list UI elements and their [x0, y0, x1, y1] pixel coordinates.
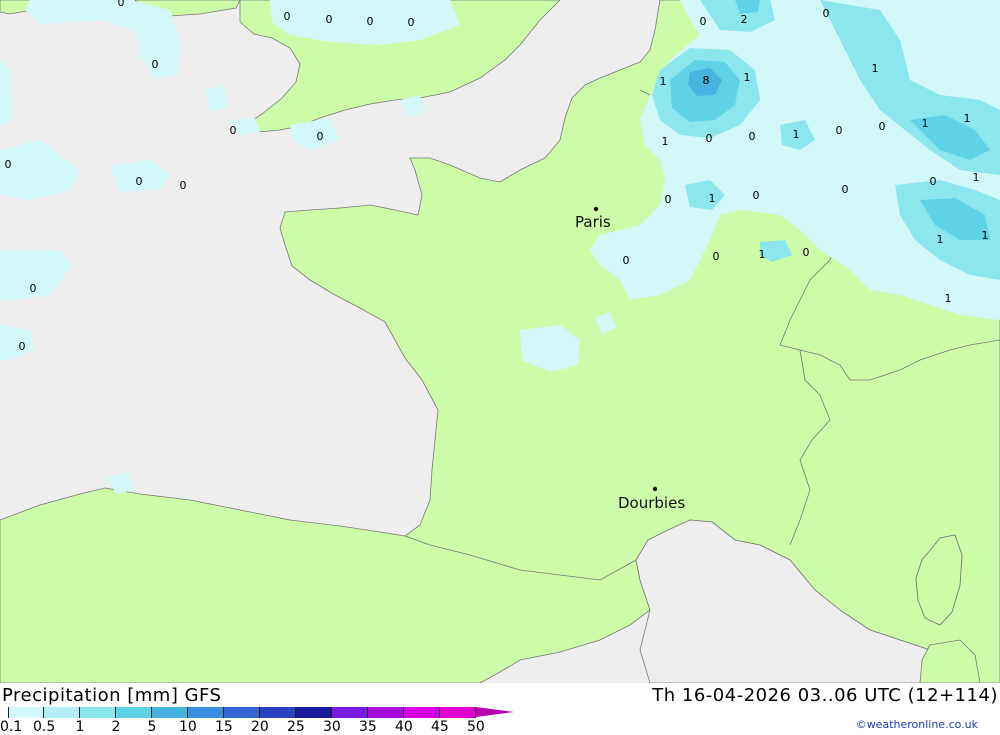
value-label: 0: [136, 175, 143, 188]
legend-swatch: [368, 707, 404, 718]
value-label: 1: [945, 292, 952, 305]
value-label: 1: [660, 75, 667, 88]
valid-time: Th 16-04-2026 03..06 UTC (12+114): [652, 685, 998, 706]
value-label: 0: [879, 120, 886, 133]
value-label: 0: [930, 175, 937, 188]
map-title: Precipitation [mm] GFS: [2, 685, 222, 706]
legend-swatch: [44, 707, 80, 718]
value-label: 1: [973, 171, 980, 184]
map-footer: Precipitation [mm] GFS Th 16-04-2026 03.…: [0, 683, 1000, 735]
legend-swatch: [116, 707, 152, 718]
legend-swatch: [80, 707, 116, 718]
value-label: 0: [230, 124, 237, 137]
dourbies-marker: [652, 486, 658, 492]
legend-swatch: [440, 707, 476, 718]
city-label-paris: Paris: [575, 213, 611, 231]
legend-swatch: [404, 707, 440, 718]
value-label: 1: [793, 128, 800, 141]
value-label: 0: [803, 246, 810, 259]
value-label: 1: [744, 71, 751, 84]
value-label: 0: [842, 183, 849, 196]
value-label: 0: [152, 58, 159, 71]
legend-swatch: [8, 707, 44, 718]
credit-link[interactable]: ©weatheronline.co.uk: [856, 718, 978, 731]
legend-swatch: [188, 707, 224, 718]
precipitation-map: Paris Dourbies 0 0 0 0 0 0 0 0 0 0 0 0 0…: [0, 0, 1000, 683]
map-area: Paris Dourbies 0 0 0 0 0 0 0 0 0 0 0 0 0…: [0, 0, 1000, 683]
paris-marker: [593, 206, 599, 212]
value-label: 0: [284, 10, 291, 23]
legend-swatch: [332, 707, 368, 718]
legend-swatch: [152, 707, 188, 718]
value-label: 0: [623, 254, 630, 267]
value-label: 1: [922, 117, 929, 130]
value-label: 2: [741, 13, 748, 26]
value-label: 0: [326, 13, 333, 26]
color-legend: 0.1 0.5 1 2 5 10 15 20 25 30 35 40 45 50: [0, 707, 520, 735]
value-label: 0: [30, 282, 37, 295]
legend-swatch: [260, 707, 296, 718]
value-label: 1: [964, 112, 971, 125]
legend-swatch: [296, 707, 332, 718]
legend-arrow: [476, 707, 514, 717]
value-label: 0: [19, 340, 26, 353]
value-label: 0: [118, 0, 125, 9]
city-label-dourbies: Dourbies: [618, 494, 685, 512]
value-label: 0: [706, 132, 713, 145]
legend-bar: [8, 707, 476, 718]
value-label: 1: [662, 135, 669, 148]
value-label: 0: [408, 16, 415, 29]
value-label: 0: [367, 15, 374, 28]
value-label: 0: [823, 7, 830, 20]
value-label: 1: [982, 229, 989, 242]
value-label: 0: [5, 158, 12, 171]
value-label: 0: [700, 15, 707, 28]
value-label: 1: [872, 62, 879, 75]
value-label: 1: [937, 233, 944, 246]
value-label: 0: [180, 179, 187, 192]
value-label: 0: [665, 193, 672, 206]
value-label: 0: [836, 124, 843, 137]
value-label: 0: [749, 130, 756, 143]
value-label: 1: [709, 192, 716, 205]
value-label: 0: [713, 250, 720, 263]
value-label: 0: [753, 189, 760, 202]
value-label: 0: [317, 130, 324, 143]
value-label: 8: [703, 74, 710, 87]
legend-swatch: [224, 707, 260, 718]
value-label: 1: [759, 248, 766, 261]
